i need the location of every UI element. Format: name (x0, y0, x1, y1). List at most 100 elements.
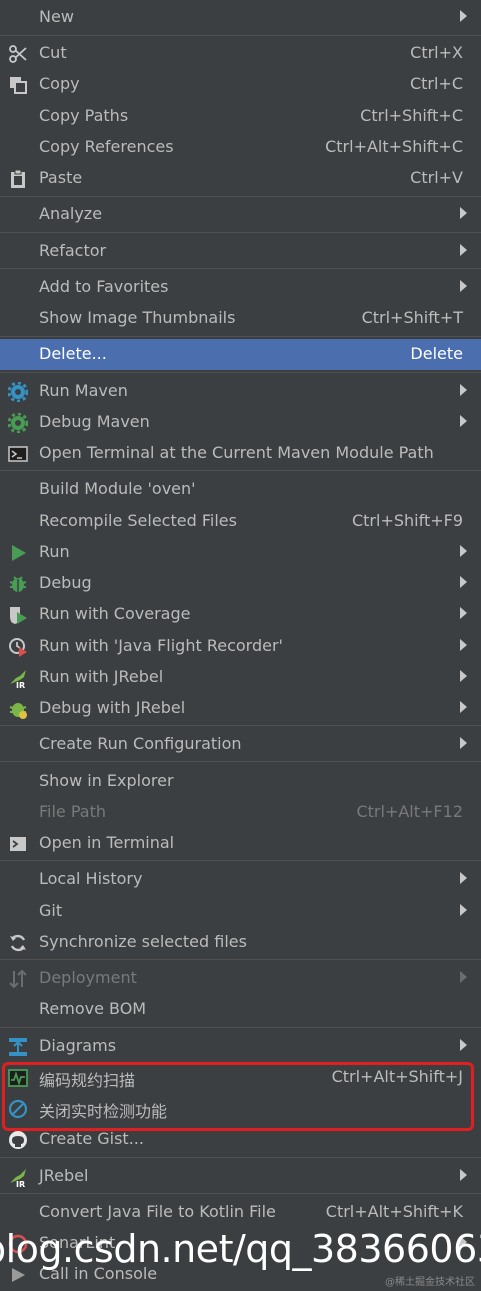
menu-separator (0, 196, 481, 197)
menu-item-create-run-configuration[interactable]: Create Run Configuration (0, 729, 481, 760)
submenu-arrow-icon (460, 639, 467, 651)
annotation-highlight-box (2, 1062, 474, 1131)
menu-item-label: Convert Java File to Kotlin File (39, 1202, 276, 1221)
menu-item-label: Build Module 'oven' (39, 479, 196, 498)
clipboard-icon (8, 169, 28, 189)
menu-item-label: Create Gist... (39, 1129, 144, 1148)
menu-item-delete[interactable]: Delete... Delete (0, 339, 481, 370)
menu-item-label: Debug (39, 573, 92, 592)
terminal-icon (8, 444, 28, 464)
github-icon (8, 1130, 28, 1150)
menu-item-label: Run with 'Java Flight Recorder' (39, 636, 283, 655)
menu-item-run-with-jrebel[interactable]: JR Run with JRebel (0, 662, 481, 693)
menu-item-shortcut: Ctrl+Alt+Shift+K (325, 1202, 463, 1221)
menu-item-debug[interactable]: Debug (0, 568, 481, 599)
menu-item-debug-with-jrebel[interactable]: Debug with JRebel (0, 693, 481, 724)
menu-item-refactor[interactable]: Refactor (0, 236, 481, 267)
menu-item-git[interactable]: Git (0, 896, 481, 927)
bug-icon (8, 574, 28, 594)
menu-separator (0, 1193, 481, 1194)
menu-item-label: Refactor (39, 241, 107, 260)
submenu-arrow-icon (460, 10, 467, 22)
maven-run-gear-icon (7, 381, 29, 403)
jrebel-debug-icon (8, 699, 28, 719)
menu-item-diagrams[interactable]: Diagrams (0, 1031, 481, 1062)
menu-item-label: Open Terminal at the Current Maven Modul… (39, 443, 434, 462)
menu-item-convert-java-file-to-kotlin-file[interactable]: Convert Java File to Kotlin File Ctrl+Alt… (0, 1197, 481, 1228)
menu-item-show-image-thumbnails[interactable]: Show Image Thumbnails Ctrl+Shift+T (0, 303, 481, 334)
menu-item-copy-references[interactable]: Copy References Ctrl+Alt+Shift+C (0, 132, 481, 163)
submenu-arrow-icon (460, 737, 467, 749)
menu-item-label: Recompile Selected Files (39, 511, 237, 530)
terminal-small-icon (8, 834, 28, 854)
watermark-url: blog.csdn.net/qq_38366063 (0, 1227, 481, 1271)
menu-item-copy-paths[interactable]: Copy Paths Ctrl+Shift+C (0, 101, 481, 132)
menu-item-remove-bom[interactable]: Remove BOM (0, 994, 481, 1025)
menu-item-label: Copy Paths (39, 106, 129, 125)
menu-item-label: Debug Maven (39, 412, 150, 431)
copy-icon (8, 75, 28, 95)
watermark-credit: @稀土掘金技术社区 (385, 1277, 475, 1288)
menu-item-shortcut: Ctrl+Shift+C (360, 106, 463, 125)
menu-item-label: Show Image Thumbnails (39, 308, 236, 327)
sync-icon (8, 933, 28, 953)
menu-item-label: Paste (39, 168, 83, 187)
menu-item-shortcut: Ctrl+Alt+Shift+C (325, 137, 463, 156)
jrebel-run-icon: JR (8, 668, 28, 690)
menu-item-run-with-java-flight-recorder[interactable]: Run with 'Java Flight Recorder' (0, 631, 481, 662)
menu-separator (0, 232, 481, 233)
menu-item-local-history[interactable]: Local History (0, 864, 481, 895)
menu-item-cut[interactable]: Cut Ctrl+X (0, 38, 481, 69)
menu-separator (0, 372, 481, 373)
menu-item-label: Analyze (39, 204, 103, 223)
menu-item-copy[interactable]: Copy Ctrl+C (0, 69, 481, 100)
menu-item-label: Run with JRebel (39, 667, 164, 686)
deployment-icon (8, 969, 28, 989)
svg-text:JR: JR (15, 1180, 25, 1187)
submenu-arrow-icon (460, 1169, 467, 1181)
flight-recorder-icon (8, 637, 28, 657)
menu-item-label: Run with Coverage (39, 604, 191, 623)
menu-item-analyze[interactable]: Analyze (0, 199, 481, 230)
jrebel-icon: JR (8, 1167, 28, 1189)
menu-item-label: Add to Favorites (39, 277, 169, 296)
menu-item-shortcut: Delete (410, 344, 463, 363)
menu-item-label: Debug with JRebel (39, 698, 186, 717)
menu-separator (0, 725, 481, 726)
menu-item-label: Cut (39, 43, 67, 62)
submenu-arrow-icon (460, 670, 467, 682)
menu-item-synchronize-selected-files[interactable]: Synchronize selected files (0, 927, 481, 958)
menu-item-deployment: Deployment (0, 963, 481, 994)
menu-separator (0, 860, 481, 861)
menu-item-add-to-favorites[interactable]: Add to Favorites (0, 272, 481, 303)
menu-separator (0, 268, 481, 269)
menu-item-label: Create Run Configuration (39, 734, 242, 753)
menu-item-build-module-oven[interactable]: Build Module 'oven' (0, 474, 481, 505)
submenu-arrow-icon (460, 415, 467, 427)
menu-item-run-maven[interactable]: Run Maven (0, 376, 481, 407)
menu-item-label: Local History (39, 869, 143, 888)
menu-separator (0, 35, 481, 36)
menu-separator (0, 336, 481, 337)
menu-item-new[interactable]: New (0, 2, 481, 33)
menu-item-open-terminal-at-the-current-maven-module-path[interactable]: Open Terminal at the Current Maven Modul… (0, 438, 481, 469)
submenu-arrow-icon (460, 545, 467, 557)
menu-item-run[interactable]: Run (0, 537, 481, 568)
play-icon (8, 543, 28, 563)
submenu-arrow-icon (460, 280, 467, 292)
svg-text:JR: JR (15, 681, 25, 688)
menu-item-label: Deployment (39, 968, 137, 987)
menu-item-shortcut: Ctrl+C (409, 74, 463, 93)
menu-item-jrebel[interactable]: JR JRebel (0, 1161, 481, 1192)
menu-item-shortcut: Ctrl+X (410, 43, 463, 62)
menu-item-show-in-explorer[interactable]: Show in Explorer (0, 766, 481, 797)
menu-item-debug-maven[interactable]: Debug Maven (0, 407, 481, 438)
menu-item-label: Synchronize selected files (39, 932, 247, 951)
menu-item-label: Open in Terminal (39, 833, 175, 852)
menu-item-recompile-selected-files[interactable]: Recompile Selected Files Ctrl+Shift+F9 (0, 506, 481, 537)
submenu-arrow-icon (460, 701, 467, 713)
menu-separator (0, 470, 481, 471)
menu-item-open-in-terminal[interactable]: Open in Terminal (0, 828, 481, 859)
menu-item-paste[interactable]: Paste Ctrl+V (0, 163, 481, 194)
menu-item-run-with-coverage[interactable]: Run with Coverage (0, 599, 481, 630)
